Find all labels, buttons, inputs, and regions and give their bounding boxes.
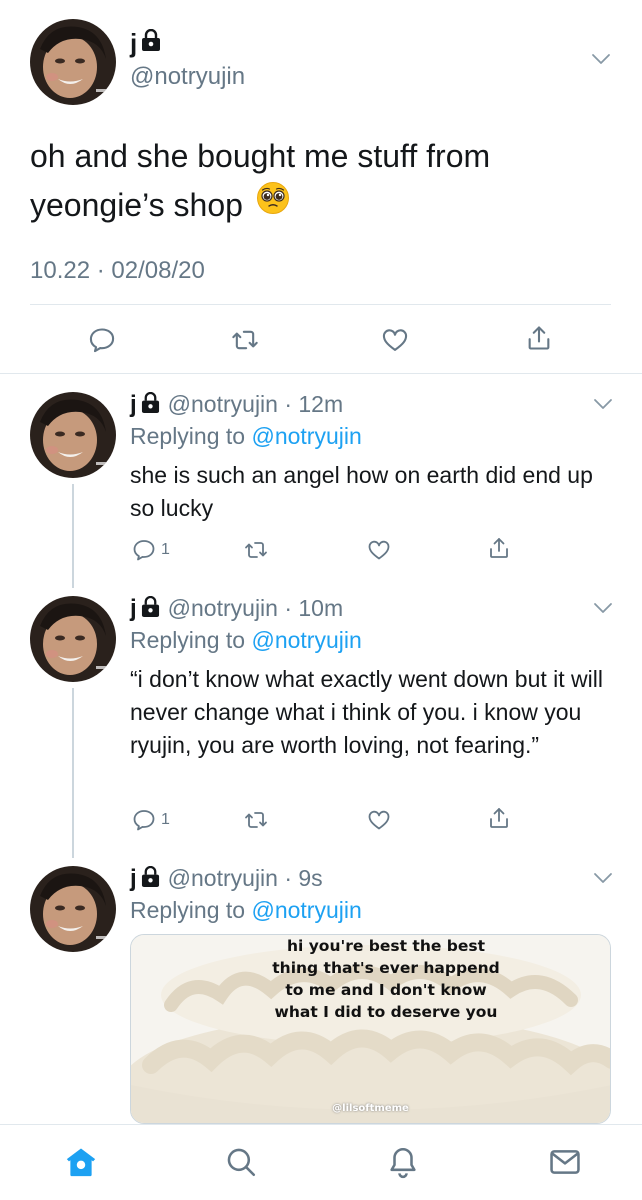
tab-bar bbox=[0, 1124, 642, 1200]
caption-line: hi you're best the best bbox=[286, 937, 486, 955]
reply-icon bbox=[132, 538, 156, 562]
caption-line: what I did to deserve you bbox=[274, 1003, 498, 1021]
retweet-icon bbox=[244, 808, 268, 832]
profile-photo bbox=[30, 19, 116, 105]
handle-time: @notryujin · 12m bbox=[167, 391, 344, 417]
replying-handle-link[interactable]: @notryujin bbox=[251, 897, 361, 923]
image-watermark: @lilsoftmeme bbox=[332, 1103, 409, 1114]
tab-home[interactable] bbox=[61, 1142, 101, 1182]
lock-icon bbox=[141, 866, 160, 892]
divider bbox=[30, 304, 611, 305]
tab-search[interactable] bbox=[221, 1142, 261, 1182]
like-icon bbox=[367, 538, 391, 562]
pleading-face-emoji bbox=[256, 180, 290, 229]
author-name-row: j @notryujin · 12m bbox=[130, 391, 343, 418]
tweet-text: oh and she bought me stuff from yeongie’… bbox=[30, 132, 590, 230]
tweet-text: “i don’t know what exactly went down but… bbox=[130, 666, 603, 758]
handle[interactable]: @notryujin bbox=[130, 63, 245, 91]
thread-line bbox=[72, 688, 74, 858]
replying-label: Replying to bbox=[130, 897, 252, 923]
reply-button[interactable]: 1 bbox=[132, 538, 170, 562]
like-button[interactable] bbox=[381, 326, 409, 354]
share-button[interactable] bbox=[525, 324, 553, 352]
replying-label: Replying to bbox=[130, 627, 252, 653]
search-icon bbox=[227, 1148, 256, 1177]
retweet-icon bbox=[244, 538, 268, 562]
lock-icon bbox=[141, 392, 160, 418]
share-button[interactable] bbox=[487, 536, 511, 560]
share-icon bbox=[487, 806, 511, 830]
meme-caption: hi you're best the best thing that's eve… bbox=[241, 935, 531, 1023]
replying-label: Replying to bbox=[130, 423, 252, 449]
reply-icon bbox=[132, 808, 156, 832]
notifications-icon bbox=[390, 1147, 416, 1179]
tweet-timestamp: 10.22 · 02/08/20 bbox=[30, 257, 205, 284]
chevron-down-icon[interactable] bbox=[593, 398, 613, 410]
retweet-icon bbox=[231, 326, 259, 354]
chevron-down-icon[interactable] bbox=[593, 872, 613, 884]
caption-line: thing that's ever happend bbox=[272, 959, 500, 977]
reply-button[interactable] bbox=[88, 326, 116, 354]
like-button[interactable] bbox=[367, 808, 391, 832]
share-icon bbox=[487, 536, 511, 560]
replying-handle-link[interactable]: @notryujin bbox=[251, 423, 361, 449]
replying-to: Replying to @notryujin bbox=[130, 897, 362, 924]
retweet-button[interactable] bbox=[231, 326, 259, 354]
replying-to: Replying to @notryujin bbox=[130, 423, 362, 450]
reply-tweet[interactable]: j @notryujin · 10m Replying to @notryuji… bbox=[0, 586, 642, 858]
profile-photo bbox=[30, 392, 116, 478]
tweet-text: she is such an angel how on earth did en… bbox=[130, 462, 593, 521]
lock-icon bbox=[141, 596, 160, 622]
display-name[interactable]: j bbox=[130, 596, 137, 621]
reply-tweet[interactable]: j @notryujin · 12m Replying to @notryuji… bbox=[0, 374, 642, 588]
retweet-button[interactable] bbox=[244, 808, 268, 832]
retweet-button[interactable] bbox=[244, 538, 268, 562]
chevron-down-icon[interactable] bbox=[591, 53, 611, 65]
like-icon bbox=[381, 326, 409, 354]
author-name-row: j @notryujin · 10m bbox=[130, 595, 343, 622]
attached-image[interactable]: hi you're best the best thing that's eve… bbox=[130, 934, 611, 1124]
reply-count: 1 bbox=[161, 541, 170, 558]
tab-messages[interactable] bbox=[545, 1142, 585, 1182]
thread-line bbox=[72, 484, 74, 588]
avatar[interactable] bbox=[30, 392, 116, 478]
display-name[interactable]: j bbox=[130, 866, 137, 891]
reply-count: 1 bbox=[161, 811, 170, 828]
handle-time: @notryujin · 10m bbox=[167, 595, 344, 621]
reply-icon bbox=[88, 326, 116, 354]
lock-icon bbox=[141, 29, 161, 56]
display-name[interactable]: j bbox=[130, 392, 137, 417]
share-icon bbox=[525, 324, 553, 352]
main-tweet: j @notryujin oh and she bought me stuff … bbox=[0, 0, 642, 374]
like-button[interactable] bbox=[367, 538, 391, 562]
messages-icon bbox=[550, 1150, 580, 1174]
profile-photo bbox=[30, 866, 116, 952]
avatar[interactable] bbox=[30, 596, 116, 682]
replying-to: Replying to @notryujin bbox=[130, 627, 362, 654]
profile-photo bbox=[30, 596, 116, 682]
author-name-row: j bbox=[130, 29, 161, 56]
avatar[interactable] bbox=[30, 19, 116, 105]
share-button[interactable] bbox=[487, 806, 511, 830]
tab-notifications[interactable] bbox=[383, 1142, 423, 1182]
author-name-row: j @notryujin · 9s bbox=[130, 865, 323, 892]
replying-handle-link[interactable]: @notryujin bbox=[251, 627, 361, 653]
handle-time: @notryujin · 9s bbox=[167, 865, 323, 891]
home-icon bbox=[66, 1148, 96, 1177]
reply-button[interactable]: 1 bbox=[132, 808, 170, 832]
caption-line: to me and I don't know bbox=[285, 981, 487, 999]
like-icon bbox=[367, 808, 391, 832]
avatar[interactable] bbox=[30, 866, 116, 952]
display-name[interactable]: j bbox=[130, 30, 137, 56]
chevron-down-icon[interactable] bbox=[593, 602, 613, 614]
